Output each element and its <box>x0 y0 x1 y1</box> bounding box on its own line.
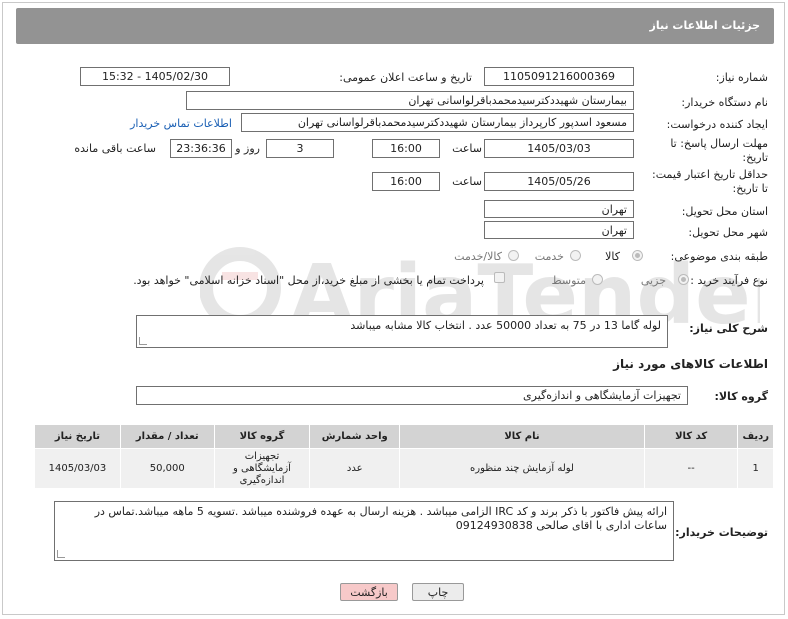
treasury-payment-checkbox[interactable] <box>494 272 505 283</box>
remaining-time-label: ساعت باقی مانده <box>74 142 156 155</box>
city-label: شهر محل تحویل: <box>688 226 768 239</box>
announce-date-field[interactable]: 1405/02/30 - 15:32 <box>80 67 230 86</box>
need-number-label: شماره نیاز: <box>715 71 768 84</box>
page-header: جزئیات اطلاعات نیاز <box>16 8 774 44</box>
col-need-date: تاریخ نیاز <box>34 424 121 449</box>
goods-table: ردیف کد کالا نام کالا واحد شمارش گروه کا… <box>34 424 774 489</box>
city-field[interactable]: تهران <box>484 221 634 239</box>
col-group: گروه کالا <box>213 424 311 449</box>
page-title: جزئیات اطلاعات نیاز <box>649 19 761 32</box>
cell-unit: عدد <box>309 448 401 489</box>
category-option-service: خدمت <box>534 250 564 263</box>
goods-table-header: ردیف کد کالا نام کالا واحد شمارش گروه کا… <box>34 424 774 449</box>
days-remaining-field[interactable]: 3 <box>266 139 334 158</box>
back-button[interactable]: بازگشت <box>340 583 398 601</box>
category-option-goods-service: کالا/خدمت <box>454 250 502 263</box>
col-name: نام کالا <box>399 424 645 449</box>
col-unit: واحد شمارش <box>309 424 401 449</box>
cell-row: 1 <box>737 448 774 489</box>
col-quantity: تعداد / مقدار <box>119 424 215 449</box>
creator-label: ایجاد کننده درخواست: <box>666 118 768 131</box>
goods-info-title: اطلاعات کالاهای مورد نیاز <box>613 357 768 371</box>
process-option-minor: جزیی <box>640 274 666 287</box>
resize-grip-icon[interactable] <box>139 337 147 345</box>
cell-name: لوله آزمایش چند منظوره <box>399 448 645 489</box>
creator-field[interactable]: مسعود اسدپور کارپرداز بیمارستان شهیددکتر… <box>241 113 634 132</box>
buyer-notes-label: توضیحات خریدار: <box>675 526 768 539</box>
description-text: لوله گاما 13 در 75 به تعداد 50000 عدد . … <box>350 319 661 332</box>
price-validity-date-field[interactable]: 1405/05/26 <box>484 172 634 191</box>
reply-date-field[interactable]: 1405/03/03 <box>484 139 634 158</box>
province-field[interactable]: تهران <box>484 200 634 218</box>
description-field[interactable]: لوله گاما 13 در 75 به تعداد 50000 عدد . … <box>136 315 668 348</box>
process-radio-medium[interactable] <box>592 274 603 285</box>
process-type-label: نوع فرآیند خرید : <box>690 274 768 287</box>
goods-group-label: گروه کالا: <box>714 390 768 403</box>
reply-deadline-label: مهلت ارسال پاسخ: تا <box>670 137 768 150</box>
treasury-payment-note: پرداخت تمام یا بخشی از مبلغ خرید،از محل … <box>133 274 484 287</box>
description-label: شرح کلی نیاز: <box>689 322 768 335</box>
goods-group-field[interactable]: تجهیزات آزمایشگاهی و اندازه‌گیری <box>136 386 688 405</box>
need-number-field[interactable]: 1105091216000369 <box>484 67 634 86</box>
table-row[interactable]: 1 -- لوله آزمایش چند منظوره عدد تجهیزات … <box>34 448 774 489</box>
cell-code: -- <box>643 448 739 489</box>
category-label: طبقه بندی موضوعی: <box>670 250 768 263</box>
cell-quantity: 50,000 <box>119 448 215 489</box>
reply-deadline-label-2: تاریخ: <box>742 151 768 164</box>
price-validity-label-2: تا تاریخ: <box>732 182 768 195</box>
price-validity-time-field[interactable]: 16:00 <box>372 172 440 191</box>
reply-time-label: ساعت <box>452 142 482 155</box>
price-validity-time-label: ساعت <box>452 175 482 188</box>
process-option-medium: متوسط <box>551 274 586 287</box>
category-radio-goods[interactable] <box>632 250 643 261</box>
days-label: روز و <box>235 142 260 155</box>
print-button[interactable]: چاپ <box>412 583 464 601</box>
process-radio-minor[interactable] <box>678 274 689 285</box>
buyer-notes-text: ارائه پیش فاکتور با ذکر برند و کد IRC ال… <box>94 505 667 532</box>
buyer-org-field[interactable]: بیمارستان شهیددکترسیدمحمدباقرلواسانی تهر… <box>186 91 634 110</box>
province-label: استان محل تحویل: <box>681 205 768 218</box>
buyer-org-label: نام دستگاه خریدار: <box>681 96 768 109</box>
category-radio-service[interactable] <box>570 250 581 261</box>
category-option-goods: کالا <box>605 250 620 263</box>
col-code: کد کالا <box>643 424 739 449</box>
category-radio-goods-service[interactable] <box>508 250 519 261</box>
announce-date-label: تاریخ و ساعت اعلان عمومی: <box>339 71 472 84</box>
reply-time-field[interactable]: 16:00 <box>372 139 440 158</box>
col-row: ردیف <box>737 424 774 449</box>
cell-need-date: 1405/03/03 <box>34 448 121 489</box>
remaining-time-field[interactable]: 23:36:36 <box>170 139 232 158</box>
buyer-notes-field[interactable]: ارائه پیش فاکتور با ذکر برند و کد IRC ال… <box>54 501 674 561</box>
resize-grip-icon[interactable] <box>57 550 65 558</box>
cell-group: تجهیزات آزمایشگاهی و اندازه‌گیری <box>213 448 311 489</box>
price-validity-label: حداقل تاریخ اعتبار قیمت: <box>652 168 768 181</box>
buyer-contact-link[interactable]: اطلاعات تماس خریدار <box>130 117 232 130</box>
